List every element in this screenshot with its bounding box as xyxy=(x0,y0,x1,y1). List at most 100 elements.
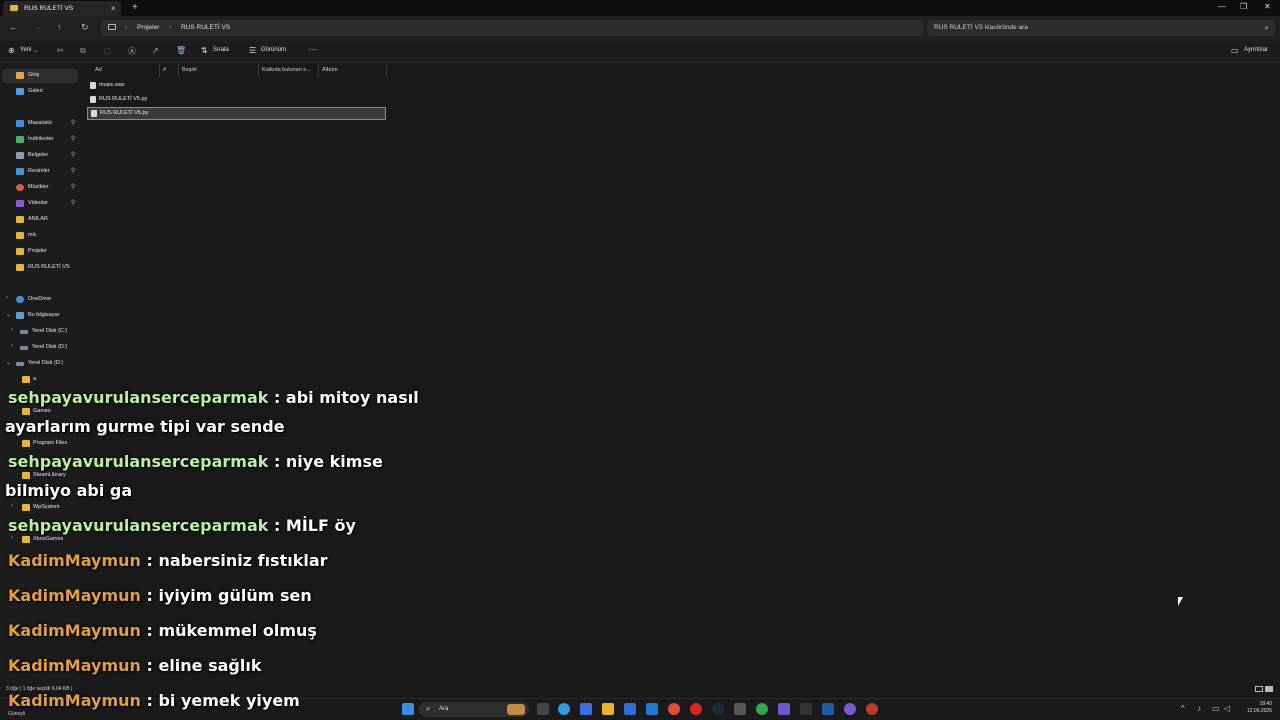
new-button[interactable]: Yeni xyxy=(20,47,31,53)
folder-icon xyxy=(22,440,30,447)
details-button[interactable]: Ayrıntılar xyxy=(1244,47,1268,53)
chrome-icon[interactable] xyxy=(668,703,680,715)
details-icon: ▭ xyxy=(1231,46,1239,55)
calculator-icon[interactable] xyxy=(734,703,746,715)
weather-widget[interactable]: Güneşli xyxy=(8,711,25,717)
app-icon[interactable] xyxy=(866,703,878,715)
column-separator[interactable] xyxy=(178,64,179,77)
sidebar-item-label: Resimler xyxy=(28,168,50,174)
sidebar-item-wpsystem[interactable]: › WpSystem xyxy=(2,501,78,515)
chevron-right-icon[interactable]: › xyxy=(11,535,13,541)
chevron-down-icon[interactable]: ⌄ xyxy=(6,311,11,318)
network-icon[interactable]: ▭ xyxy=(1212,704,1220,713)
sidebar-item-disk-c[interactable]: › Yerel Disk (C:) xyxy=(2,325,78,339)
sidebar-item-label: SteamLibrary xyxy=(33,472,66,478)
chevron-right-icon[interactable]: › xyxy=(6,295,8,301)
opera-icon[interactable] xyxy=(690,703,702,715)
details-view-icon[interactable] xyxy=(1255,686,1263,692)
column-separator[interactable] xyxy=(258,64,259,77)
column-separator[interactable] xyxy=(318,64,319,77)
delete-icon[interactable]: 🗑 xyxy=(176,46,186,55)
edge-icon[interactable] xyxy=(558,703,570,715)
copy-icon[interactable]: ⧉ xyxy=(80,46,86,56)
column-header-title[interactable]: Başlık xyxy=(182,67,197,73)
refresh-icon[interactable]: ↻ xyxy=(81,22,89,33)
sidebar-item-documents[interactable]: Belgeler ⚲ xyxy=(2,149,78,163)
sidebar-item-program-files[interactable]: Program Files xyxy=(2,437,78,451)
minimize-button[interactable]: — xyxy=(1218,2,1226,11)
sidebar-item-downloads[interactable]: İndirilenler ⚲ xyxy=(2,133,78,147)
sidebar-item-mic[interactable]: mic xyxy=(2,229,78,243)
chevron-right-icon[interactable]: › xyxy=(11,343,13,349)
back-icon[interactable]: ← xyxy=(9,22,18,32)
task-view-icon[interactable] xyxy=(537,703,549,715)
taskbar-search[interactable]: ⌕ Ara xyxy=(419,702,529,717)
folder-icon xyxy=(22,504,30,511)
sidebar-item-disk-d[interactable]: › Yerel Disk (D:) xyxy=(2,341,78,355)
sidebar-item-onedrive[interactable]: › OneDrive xyxy=(2,293,78,307)
teams-icon[interactable] xyxy=(778,703,790,715)
rename-icon[interactable]: Ⓐ xyxy=(128,46,136,57)
chevron-up-icon[interactable]: ^ xyxy=(1181,704,1185,713)
copilot-icon[interactable] xyxy=(580,703,592,715)
sidebar-item-home[interactable]: Giriş xyxy=(2,69,78,83)
sidebar-item-desktop[interactable]: Masaüstü ⚲ xyxy=(2,117,78,131)
sidebar-item-disk-d-expanded[interactable]: ⌄ Yerel Disk (D:) xyxy=(2,357,78,371)
view-button[interactable]: Görünüm xyxy=(261,47,286,53)
chevron-right-icon[interactable]: › xyxy=(11,503,13,509)
cut-icon[interactable]: ✂ xyxy=(57,46,64,55)
sidebar-item-videos[interactable]: Videolar ⚲ xyxy=(2,197,78,211)
file-row[interactable]: RUS RULETİ V5.py xyxy=(87,94,386,106)
terminal-icon[interactable] xyxy=(800,703,812,715)
column-separator[interactable] xyxy=(386,64,387,77)
sidebar-item-this-pc[interactable]: ⌄ Bu bilgisayar xyxy=(2,309,78,323)
file-row[interactable]: music.wav xyxy=(87,80,386,92)
xbox-icon[interactable] xyxy=(756,703,768,715)
close-window-button[interactable]: ✕ xyxy=(1264,2,1271,11)
close-tab-icon[interactable]: × xyxy=(111,4,116,13)
sidebar-item-rus-ruleti[interactable]: RUS RULETİ VS xyxy=(2,261,78,275)
up-icon[interactable]: ↑ xyxy=(57,22,62,32)
share-icon[interactable]: ↗ xyxy=(152,46,159,55)
sidebar-item-a[interactable]: a xyxy=(2,373,78,387)
paste-icon[interactable]: ▢ xyxy=(104,46,112,55)
microphone-icon[interactable]: ♪ xyxy=(1197,704,1201,713)
mail-icon[interactable] xyxy=(646,703,658,715)
breadcrumb-projeler[interactable]: Projeler xyxy=(137,24,159,31)
sidebar-item-projeler[interactable]: Projeler xyxy=(2,245,78,259)
sidebar-item-music[interactable]: Müzikler ⚲ xyxy=(2,181,78,195)
sidebar-item-xboxgames[interactable]: › XboxGames xyxy=(2,533,78,547)
steam-icon[interactable] xyxy=(712,703,724,715)
search-icon[interactable]: ⌕ xyxy=(1265,23,1269,33)
address-bar[interactable]: › Projeler › RUS RULETİ VS xyxy=(101,20,923,36)
column-separator[interactable] xyxy=(159,64,160,77)
forward-icon[interactable]: → xyxy=(33,22,42,32)
file-explorer-icon[interactable] xyxy=(602,703,614,715)
obs-icon[interactable] xyxy=(844,703,856,715)
tab-rus-ruleti[interactable]: RUS RULETİ VS × xyxy=(3,1,121,16)
volume-icon[interactable]: ◁ xyxy=(1224,704,1230,713)
chevron-down-icon[interactable]: ⌄ xyxy=(6,359,11,366)
breadcrumb-rus-ruleti[interactable]: RUS RULETİ VS xyxy=(181,24,230,31)
chevron-right-icon[interactable]: › xyxy=(11,327,13,333)
file-row-selected[interactable]: RUS RULETİ V6.py xyxy=(87,107,386,120)
maximize-button[interactable]: ❐ xyxy=(1240,2,1247,11)
column-header-name[interactable]: Ad xyxy=(95,67,102,73)
sort-button[interactable]: Sırala xyxy=(213,47,229,53)
new-tab-button[interactable]: + xyxy=(132,2,138,13)
clock[interactable]: 18:40 12.05.2026 xyxy=(1240,701,1272,715)
visual-studio-code-icon[interactable] xyxy=(822,703,834,715)
column-header-number[interactable]: # xyxy=(163,67,166,73)
search-input[interactable]: RUS RULETİ VS klasöründe ara ⌕ xyxy=(927,20,1275,36)
column-header-album[interactable]: Albüm xyxy=(322,67,338,73)
tiles-view-icon[interactable] xyxy=(1265,686,1273,692)
gallery-icon xyxy=(16,88,24,95)
sidebar-item-anilar[interactable]: ANILAR xyxy=(2,213,78,227)
column-header-contributing-artists[interactable]: Katkıda bulunan s... xyxy=(262,67,311,73)
sidebar-item-pictures[interactable]: Resimler ⚲ xyxy=(2,165,78,179)
store-icon[interactable] xyxy=(624,703,636,715)
file-name: RUS RULETİ V6.py xyxy=(100,110,149,116)
more-options-button[interactable]: ··· xyxy=(309,45,317,54)
windows-start-icon[interactable] xyxy=(402,703,414,715)
sidebar-item-gallery[interactable]: Galeri xyxy=(2,85,78,99)
